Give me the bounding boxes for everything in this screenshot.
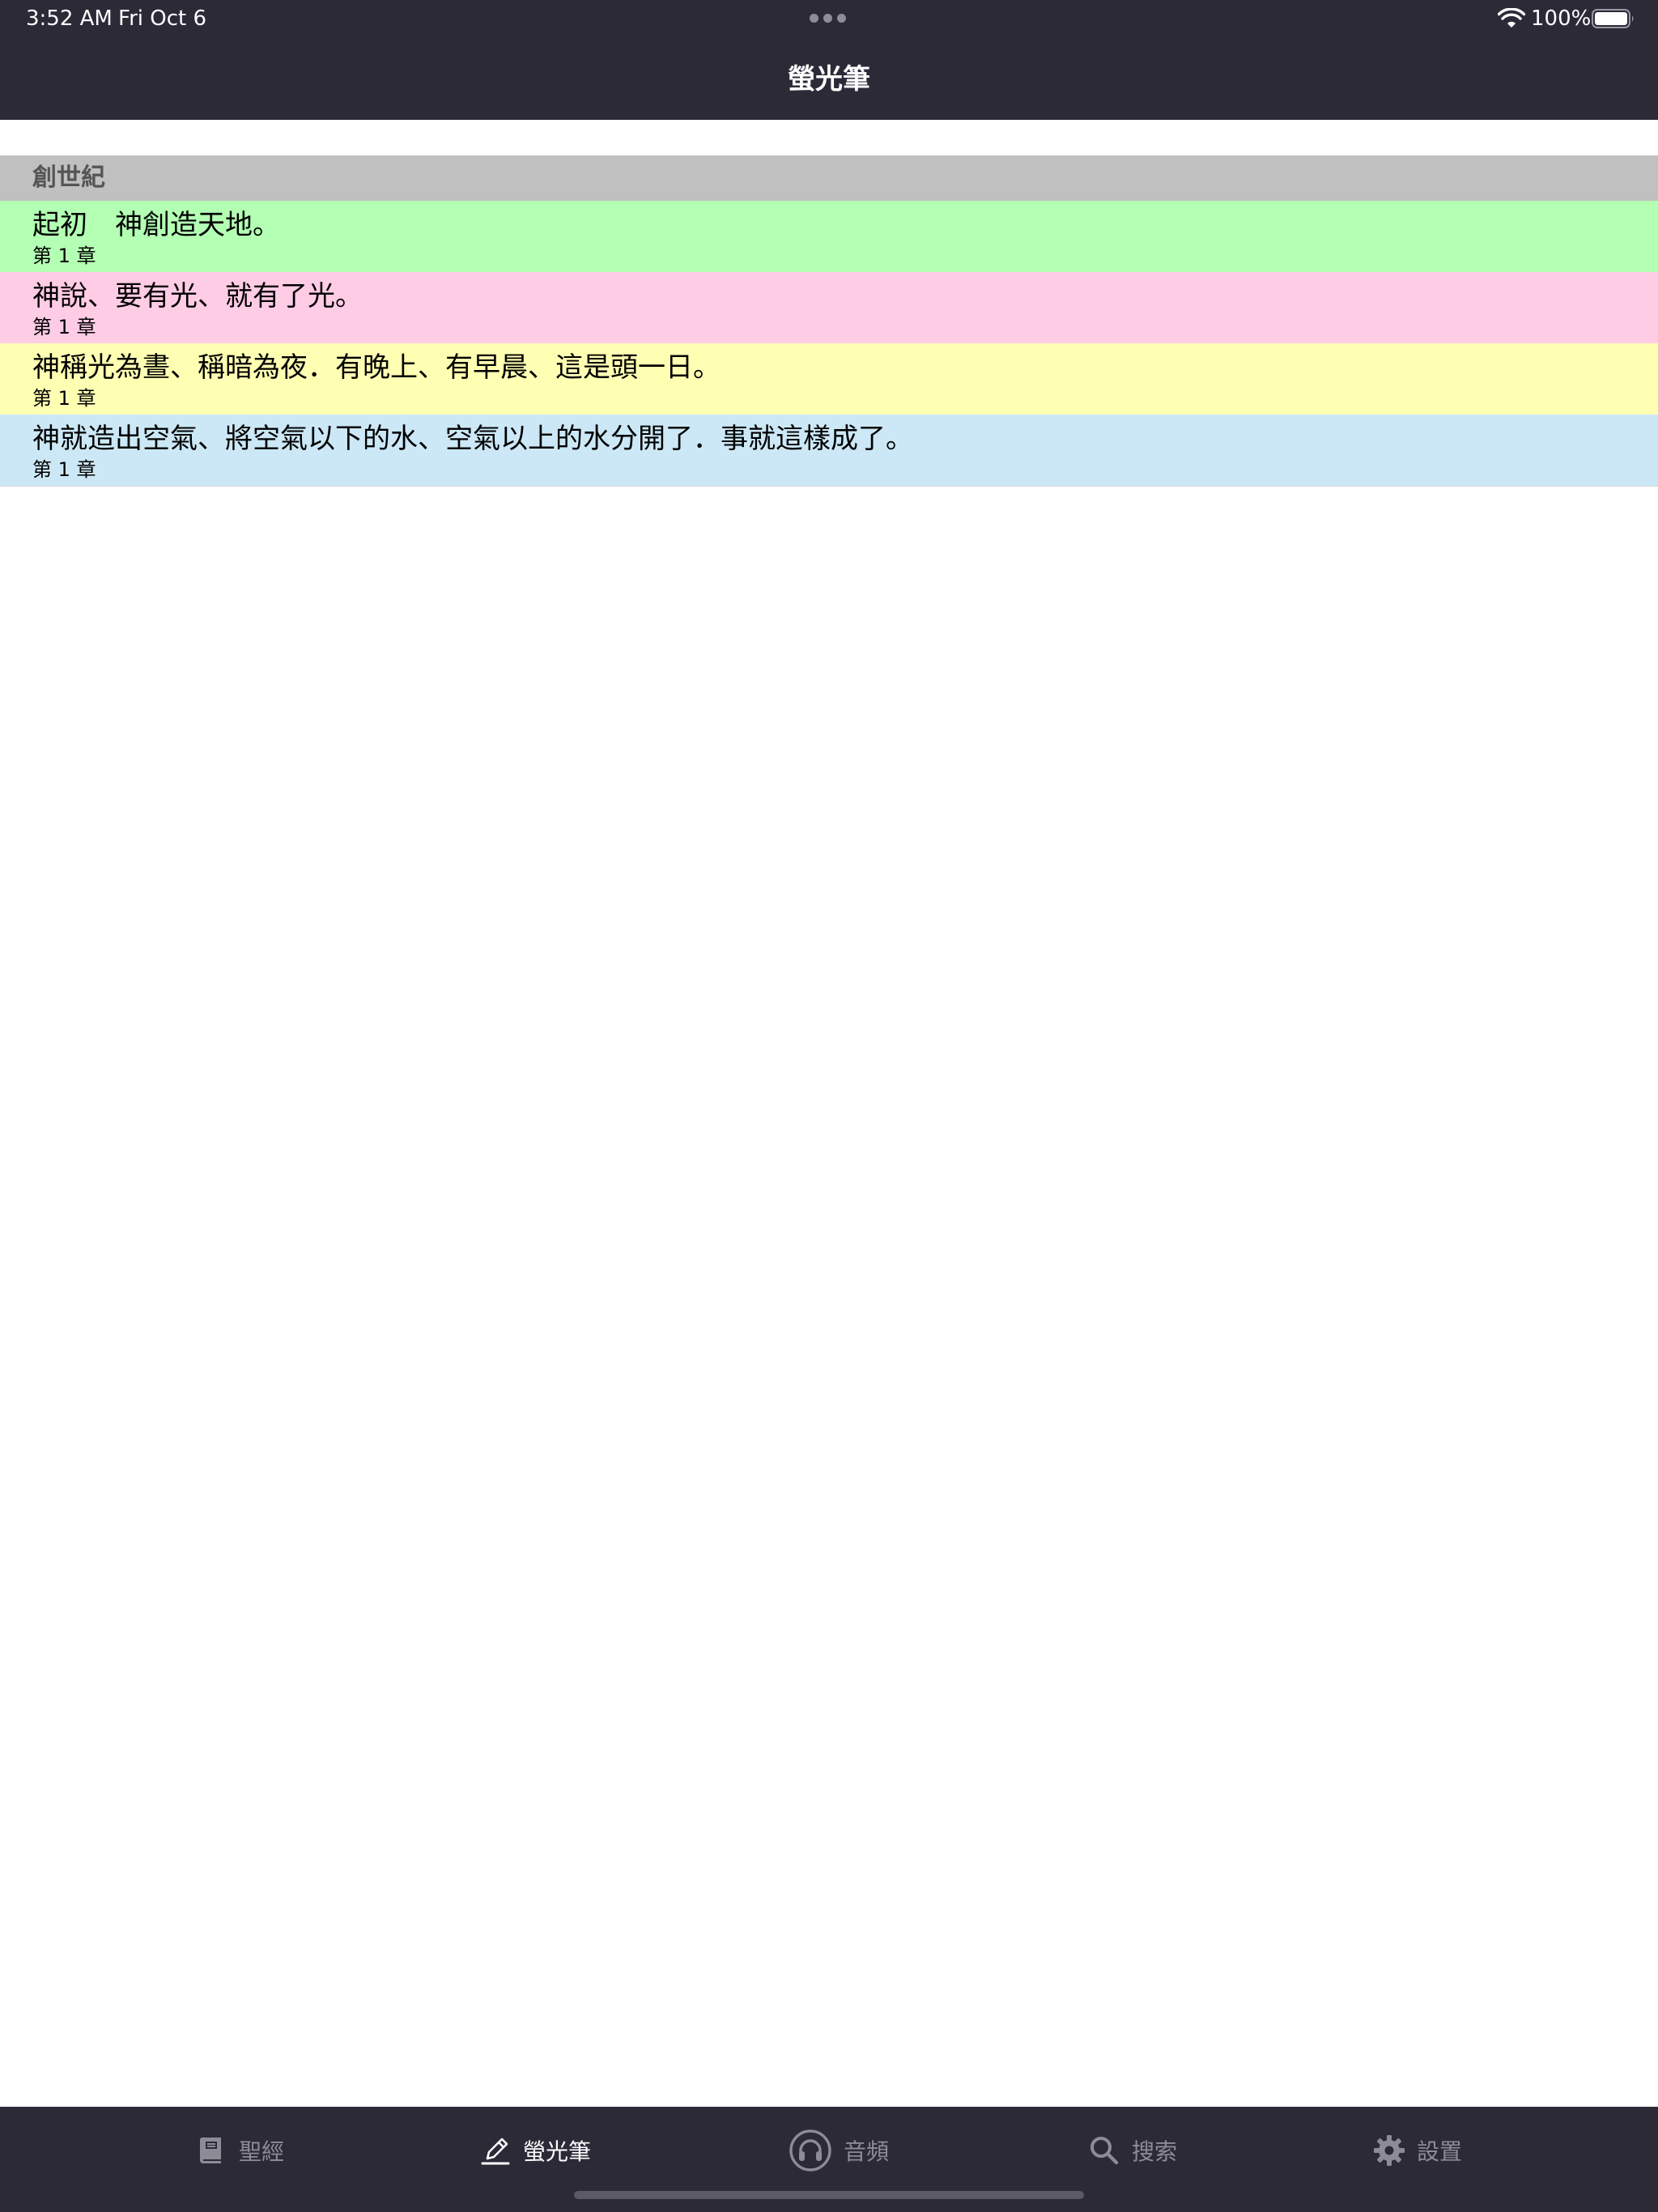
status-date: Fri Oct 6 xyxy=(118,6,207,31)
list-divider xyxy=(0,486,1658,487)
highlight-chapter: 第 1 章 xyxy=(32,316,96,338)
battery-percentage: 100% xyxy=(1531,6,1592,31)
section-header-book: 創世紀 xyxy=(0,155,1658,201)
status-time: 3:52 AM xyxy=(26,6,113,31)
tab-search[interactable]: 搜索 xyxy=(1088,2126,1177,2175)
search-icon xyxy=(1090,2137,1119,2165)
multitasking-dots-icon[interactable] xyxy=(810,14,846,23)
tab-settings[interactable]: 設置 xyxy=(1373,2126,1462,2175)
highlight-verse-text: 神就造出空氣、將空氣以下的水、空氣以上的水分開了．事就這樣成了。 xyxy=(32,423,913,455)
tab-label: 音頻 xyxy=(844,2138,890,2165)
highlight-chapter: 第 1 章 xyxy=(32,387,96,410)
highlight-row[interactable]: 神稱光為晝、稱暗為夜．有晚上、有早晨、這是頭一日。 第 1 章 xyxy=(0,343,1658,415)
highlighter-pen-icon xyxy=(481,2138,510,2165)
home-indicator xyxy=(574,2191,1084,2199)
battery-icon xyxy=(1592,9,1634,28)
navigation-bar: 3:52 AM Fri Oct 6 100% 螢光筆 xyxy=(0,0,1658,120)
highlight-row[interactable]: 起初 神創造天地。 第 1 章 xyxy=(0,201,1658,272)
highlight-row[interactable]: 神說、要有光、就有了光。 第 1 章 xyxy=(0,272,1658,343)
book-icon xyxy=(199,2138,221,2163)
highlight-verse-text: 神稱光為晝、稱暗為夜．有晚上、有早晨、這是頭一日。 xyxy=(32,351,721,384)
headphones-icon xyxy=(789,2129,831,2172)
tab-highlighter[interactable]: 螢光筆 xyxy=(479,2126,591,2175)
tab-label: 螢光筆 xyxy=(523,2138,592,2165)
page-title: 螢光筆 xyxy=(788,63,870,96)
highlight-row[interactable]: 神就造出空氣、將空氣以下的水、空氣以上的水分開了．事就這樣成了。 第 1 章 xyxy=(0,415,1658,486)
highlight-chapter: 第 1 章 xyxy=(32,458,96,481)
tab-label: 搜索 xyxy=(1132,2138,1178,2165)
tab-bible[interactable]: 聖經 xyxy=(195,2126,284,2175)
gear-icon xyxy=(1374,2135,1405,2166)
highlight-chapter: 第 1 章 xyxy=(32,245,96,267)
wifi-icon xyxy=(1498,8,1525,28)
highlights-list: 創世紀 起初 神創造天地。 第 1 章 神說、要有光、就有了光。 第 1 章 神… xyxy=(0,155,1658,487)
tab-label: 設置 xyxy=(1417,2138,1463,2165)
highlight-verse-text: 神說、要有光、就有了光。 xyxy=(32,280,363,313)
highlight-verse-text: 起初 神創造天地。 xyxy=(32,209,280,241)
tab-label: 聖經 xyxy=(239,2138,285,2165)
tab-audio[interactable]: 音頻 xyxy=(789,2126,889,2175)
